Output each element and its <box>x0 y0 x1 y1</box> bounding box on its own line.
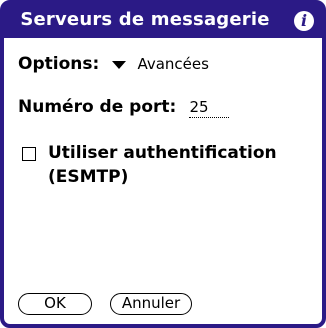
dialog-window: Serveurs de messagerie i Options: Avancé… <box>0 0 326 328</box>
title-bar: Serveurs de messagerie i <box>4 4 322 38</box>
auth-label-line2: (ESMTP) <box>48 167 129 187</box>
auth-label[interactable]: Utiliser authentification (ESMTP) <box>48 141 318 189</box>
port-field[interactable]: 25 <box>189 98 230 118</box>
options-row: Options: Avancées <box>18 53 209 74</box>
triangle-down-icon <box>112 60 127 69</box>
options-selected-value: Avancées <box>137 55 209 73</box>
options-dropdown[interactable]: Avancées <box>112 54 209 73</box>
auth-label-line1: Utiliser authentification <box>48 143 277 163</box>
dialog-title: Serveurs de messagerie <box>20 9 270 30</box>
auth-checkbox[interactable] <box>22 147 36 161</box>
options-label: Options: <box>18 53 100 74</box>
port-row: Numéro de port: 25 <box>18 97 230 118</box>
ok-button[interactable]: OK <box>18 293 92 315</box>
port-label: Numéro de port: <box>18 97 177 117</box>
info-icon[interactable]: i <box>294 11 314 31</box>
cancel-button[interactable]: Annuler <box>110 293 192 315</box>
